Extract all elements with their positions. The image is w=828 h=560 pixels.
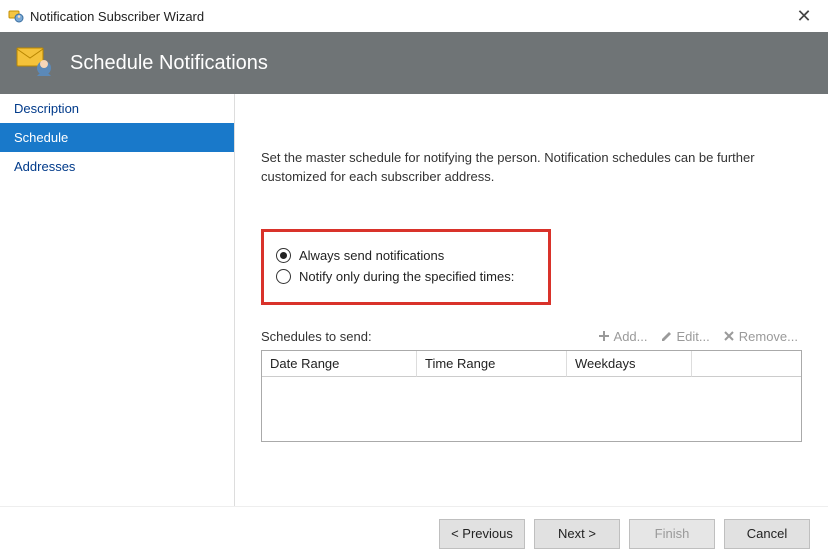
edit-button[interactable]: Edit... [656, 327, 714, 346]
titlebar: Notification Subscriber Wizard ✕ [0, 0, 828, 32]
window-title: Notification Subscriber Wizard [30, 9, 788, 24]
app-icon [8, 8, 24, 24]
remove-button[interactable]: Remove... [718, 327, 802, 346]
sidebar-item-addresses[interactable]: Addresses [0, 152, 234, 181]
wizard-footer: < Previous Next > Finish Cancel [0, 506, 828, 560]
content-pane: Set the master schedule for notifying th… [235, 94, 828, 506]
wizard-header: Schedule Notifications [0, 32, 828, 94]
schedule-toolbar: Add... Edit... Remove... [593, 327, 802, 346]
cancel-button[interactable]: Cancel [724, 519, 810, 549]
radio-indicator-checked [276, 248, 291, 263]
schedule-description: Set the master schedule for notifying th… [261, 149, 802, 187]
column-spacer [692, 351, 801, 377]
page-title: Schedule Notifications [70, 52, 268, 75]
notification-mode-group: Always send notifications Notify only du… [261, 229, 551, 305]
add-label: Add... [614, 329, 648, 344]
radio-indicator-unchecked [276, 269, 291, 284]
column-weekdays[interactable]: Weekdays [567, 351, 692, 377]
radio-label-always: Always send notifications [299, 248, 444, 263]
schedules-to-send-label: Schedules to send: [261, 329, 372, 344]
column-time-range[interactable]: Time Range [417, 351, 567, 377]
x-icon [722, 329, 736, 343]
pencil-icon [660, 329, 674, 343]
remove-label: Remove... [739, 329, 798, 344]
previous-button[interactable]: < Previous [439, 519, 525, 549]
plus-icon [597, 329, 611, 343]
close-icon[interactable]: ✕ [788, 6, 820, 27]
sidebar-item-schedule[interactable]: Schedule [0, 123, 234, 152]
radio-label-specified: Notify only during the specified times: [299, 269, 514, 284]
finish-button: Finish [629, 519, 715, 549]
next-button[interactable]: Next > [534, 519, 620, 549]
schedules-table[interactable]: Date Range Time Range Weekdays [261, 350, 802, 442]
column-date-range[interactable]: Date Range [262, 351, 417, 377]
table-header-row: Date Range Time Range Weekdays [262, 351, 801, 377]
wizard-sidebar: Description Schedule Addresses [0, 94, 235, 506]
sidebar-item-description[interactable]: Description [0, 94, 234, 123]
radio-always-send[interactable]: Always send notifications [276, 248, 536, 263]
radio-specified-times[interactable]: Notify only during the specified times: [276, 269, 536, 284]
edit-label: Edit... [677, 329, 710, 344]
envelope-user-icon [14, 42, 56, 84]
add-button[interactable]: Add... [593, 327, 652, 346]
